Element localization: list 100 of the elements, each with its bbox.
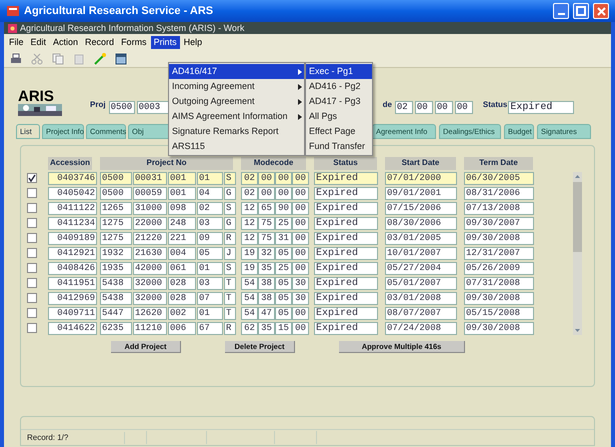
- table-cell: 19: [241, 247, 258, 260]
- table-cell: 00: [292, 247, 309, 260]
- table-cell: Expired: [314, 187, 378, 200]
- table-cell: 31000: [133, 202, 167, 215]
- table-cell: 47: [258, 307, 275, 320]
- table-cell: 32: [258, 247, 275, 260]
- table-cell: 0408426: [48, 262, 97, 275]
- table-cell: 05: [275, 247, 292, 260]
- table-cell: 1935: [100, 262, 132, 275]
- table-cell: 01: [197, 172, 223, 185]
- table-cell: 12: [241, 202, 258, 215]
- table-cell: 38: [258, 292, 275, 305]
- table-cell: 02: [241, 172, 258, 185]
- table-cell: 001: [168, 187, 196, 200]
- table-cell: 0500: [100, 172, 132, 185]
- table-cell: 00: [292, 202, 309, 215]
- table-cell: 0411951: [48, 277, 97, 290]
- table-cell: 03: [197, 277, 223, 290]
- table-cell: 05: [275, 307, 292, 320]
- table-cell: S: [224, 202, 236, 215]
- table-cell: 004: [168, 247, 196, 260]
- logo-text: ARIS: [18, 89, 55, 104]
- menu-item-label: ARS115: [172, 140, 206, 153]
- table-cell: 248: [168, 217, 196, 230]
- table-cell: 54: [241, 292, 258, 305]
- table-cell: 22000: [133, 217, 167, 230]
- table-cell: 05/01/2007: [385, 277, 457, 290]
- column-header: Modecode: [241, 157, 306, 170]
- menu-item-label: AD416/417: [172, 64, 218, 78]
- table-cell: Expired: [314, 202, 378, 215]
- table-cell: 01: [197, 262, 223, 275]
- table-cell: 001: [168, 172, 196, 185]
- table-cell: 0405042: [48, 187, 97, 200]
- table-cell: 00: [258, 172, 275, 185]
- table-cell: 0403746: [48, 172, 97, 185]
- table-cell: Expired: [314, 217, 378, 230]
- table-cell: 08/30/2006: [385, 217, 457, 230]
- table-cell: 0412969: [48, 292, 97, 305]
- table-cell: T: [224, 307, 236, 320]
- table-cell: 07/31/2008: [464, 277, 534, 290]
- table-cell: 07/15/2006: [385, 202, 457, 215]
- table-cell: 35: [258, 322, 275, 335]
- table-cell: 00: [292, 217, 309, 230]
- table-cell: 32000: [133, 292, 167, 305]
- table-cell: 05/27/2004: [385, 262, 457, 275]
- table-cell: 05: [275, 292, 292, 305]
- table-cell: 65: [258, 202, 275, 215]
- table-cell: 0411122: [48, 202, 97, 215]
- table-cell: 08/31/2006: [464, 187, 534, 200]
- table-cell: 05: [275, 277, 292, 290]
- table-cell: 1265: [100, 202, 132, 215]
- table-cell: 09/30/2008: [464, 292, 534, 305]
- table-cell: 0500: [100, 187, 132, 200]
- table-cell: 098: [168, 202, 196, 215]
- table-cell: Expired: [314, 247, 378, 260]
- table-cell: 1275: [100, 217, 132, 230]
- table-cell: 00: [292, 172, 309, 185]
- table-cell: 02: [197, 202, 223, 215]
- table-cell: 12/31/2007: [464, 247, 534, 260]
- table-cell: 00: [292, 262, 309, 275]
- table-cell: G: [224, 217, 236, 230]
- table-cell: 028: [168, 292, 196, 305]
- table-cell: 30: [292, 292, 309, 305]
- field-label: Status: [482, 99, 508, 111]
- table-cell: 09/30/2007: [464, 217, 534, 230]
- table-cell: 25: [275, 262, 292, 275]
- table-cell: T: [224, 292, 236, 305]
- table-cell: 03/01/2005: [385, 232, 457, 245]
- menu-item-label: Signature Remarks Report: [172, 124, 280, 138]
- table-cell: S: [224, 172, 236, 185]
- table-cell: 00: [292, 187, 309, 200]
- table-cell: 09: [197, 232, 223, 245]
- table-cell: 1275: [100, 232, 132, 245]
- table-cell: 75: [258, 217, 275, 230]
- table-cell: 15: [275, 322, 292, 335]
- table-cell: 002: [168, 307, 196, 320]
- table-cell: R: [224, 322, 236, 335]
- table-cell: 221: [168, 232, 196, 245]
- table-cell: 12: [241, 232, 258, 245]
- table-cell: 09/30/2008: [464, 322, 534, 335]
- menu-item-label: Incoming Agreement: [172, 80, 256, 93]
- table-cell: Expired: [314, 277, 378, 290]
- table-cell: 0412921: [48, 247, 97, 260]
- table-cell: 90: [275, 202, 292, 215]
- table-cell: 67: [197, 322, 223, 335]
- table-cell: S: [224, 262, 236, 275]
- table-cell: 32000: [133, 277, 167, 290]
- table-cell: 05/26/2009: [464, 262, 534, 275]
- table-cell: 0411234: [48, 217, 97, 230]
- table-cell: 31: [275, 232, 292, 245]
- table-cell: Expired: [314, 307, 378, 320]
- table-cell: 42000: [133, 262, 167, 275]
- table-cell: 12620: [133, 307, 167, 320]
- table-cell: J: [224, 247, 236, 260]
- table-cell: Expired: [314, 172, 378, 185]
- table-cell: 38: [258, 277, 275, 290]
- table-cell: 12: [241, 217, 258, 230]
- table-cell: 0409711: [48, 307, 97, 320]
- table-cell: 1932: [100, 247, 132, 260]
- table-cell: 03/01/2008: [385, 292, 457, 305]
